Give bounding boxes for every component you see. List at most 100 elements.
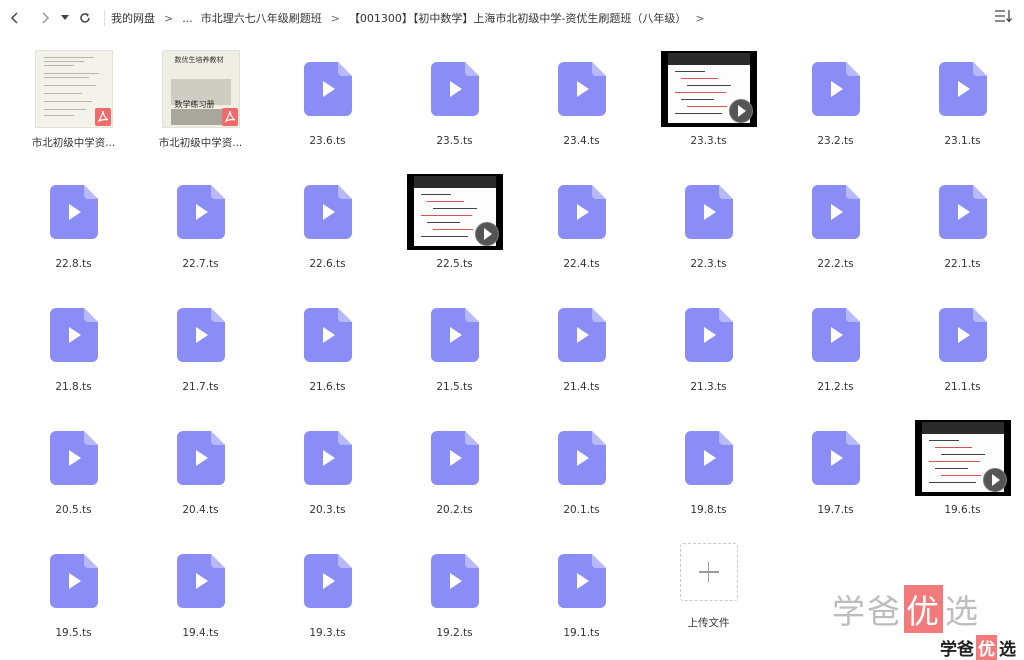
watermark-text: 学爸	[832, 592, 902, 631]
file-item[interactable]: 23.3.ts	[645, 40, 772, 163]
file-item[interactable]: 20.5.ts	[10, 409, 137, 532]
file-thumbnail	[661, 294, 757, 376]
file-item[interactable]: 19.7.ts	[772, 409, 899, 532]
file-thumbnail	[153, 540, 249, 622]
file-item[interactable]: 19.5.ts	[10, 532, 137, 655]
file-item[interactable]: 19.6.ts	[899, 409, 1024, 532]
back-button[interactable]	[4, 7, 26, 29]
breadcrumb-separator: >	[330, 11, 340, 25]
sort-icon	[995, 10, 1012, 23]
file-name: 22.7.ts	[182, 258, 219, 270]
breadcrumb-item-current[interactable]: 【001300】【初中数学】上海市北初级中学-资优生刷题班（八年级）	[349, 10, 686, 26]
video-file-icon	[811, 62, 860, 116]
video-file-icon	[557, 431, 606, 485]
video-file-icon	[811, 308, 860, 362]
file-name: 19.7.ts	[817, 504, 854, 516]
file-item[interactable]: 20.3.ts	[264, 409, 391, 532]
pdf-icon	[221, 108, 238, 126]
file-item[interactable]: 22.8.ts	[10, 163, 137, 286]
file-item[interactable]: 数优生培养教材 数学练习册 市北初级中学资...	[137, 40, 264, 163]
file-name: 19.4.ts	[182, 627, 219, 639]
watermark-highlight: 优	[904, 585, 943, 633]
file-thumbnail	[915, 171, 1011, 253]
file-item[interactable]: 23.1.ts	[899, 40, 1024, 163]
file-item[interactable]: 22.5.ts	[391, 163, 518, 286]
file-item[interactable]: 19.8.ts	[645, 409, 772, 532]
file-item[interactable]: 21.8.ts	[10, 286, 137, 409]
file-thumbnail	[280, 48, 376, 130]
file-item[interactable]: 23.5.ts	[391, 40, 518, 163]
video-file-icon	[430, 431, 479, 485]
file-thumbnail	[534, 540, 630, 622]
file-item[interactable]: 19.2.ts	[391, 532, 518, 655]
video-file-icon	[684, 185, 733, 239]
forward-button[interactable]	[34, 7, 56, 29]
video-file-icon	[303, 185, 352, 239]
file-thumbnail	[26, 294, 122, 376]
file-thumbnail	[280, 171, 376, 253]
file-thumbnail	[788, 294, 884, 376]
file-thumbnail	[788, 417, 884, 499]
video-file-icon	[49, 431, 98, 485]
refresh-button[interactable]	[74, 7, 96, 29]
file-thumbnail	[407, 540, 503, 622]
file-name: 22.4.ts	[563, 258, 600, 270]
plus-icon[interactable]	[679, 543, 738, 601]
file-thumbnail	[407, 294, 503, 376]
file-thumbnail	[534, 48, 630, 130]
file-name: 23.5.ts	[436, 135, 473, 147]
file-thumbnail	[407, 417, 503, 499]
file-thumbnail	[26, 417, 122, 499]
file-item[interactable]: 21.7.ts	[137, 286, 264, 409]
file-item[interactable]: 20.4.ts	[137, 409, 264, 532]
video-file-icon	[557, 308, 606, 362]
file-item[interactable]: 22.6.ts	[264, 163, 391, 286]
file-item[interactable]: 23.4.ts	[518, 40, 645, 163]
video-file-icon	[430, 554, 479, 608]
file-item[interactable]: 21.3.ts	[645, 286, 772, 409]
file-name: 20.3.ts	[309, 504, 346, 516]
file-item[interactable]: 市北初级中学资...	[10, 40, 137, 163]
file-item[interactable]: 19.4.ts	[137, 532, 264, 655]
file-name: 23.2.ts	[817, 135, 854, 147]
file-name: 21.5.ts	[436, 381, 473, 393]
file-item[interactable]: 23.2.ts	[772, 40, 899, 163]
file-item[interactable]: 21.1.ts	[899, 286, 1024, 409]
history-dropdown-button[interactable]	[58, 7, 72, 29]
play-icon	[728, 99, 753, 123]
file-item[interactable]: 22.7.ts	[137, 163, 264, 286]
file-item[interactable]: 21.2.ts	[772, 286, 899, 409]
video-file-icon	[811, 431, 860, 485]
file-item[interactable]: 19.1.ts	[518, 532, 645, 655]
watermark-text: 学爸	[940, 640, 974, 660]
file-item[interactable]: 22.2.ts	[772, 163, 899, 286]
file-thumbnail	[661, 171, 757, 253]
video-file-icon	[557, 62, 606, 116]
sort-button[interactable]	[994, 8, 1014, 28]
file-item[interactable]: 20.1.ts	[518, 409, 645, 532]
watermark-small: 学爸优选	[940, 635, 1016, 660]
breadcrumb-root[interactable]: 我的网盘	[111, 10, 155, 26]
file-item[interactable]: 22.4.ts	[518, 163, 645, 286]
file-item[interactable]: 22.1.ts	[899, 163, 1024, 286]
file-item[interactable]: 22.3.ts	[645, 163, 772, 286]
file-thumbnail	[153, 171, 249, 253]
file-name: 22.8.ts	[55, 258, 92, 270]
file-thumbnail	[153, 294, 249, 376]
toolbar: 我的网盘 > ... 市北理六七八年级刷题班 > 【001300】【初中数学】上…	[0, 0, 1024, 36]
file-item[interactable]: 21.5.ts	[391, 286, 518, 409]
file-item[interactable]: 19.3.ts	[264, 532, 391, 655]
file-item[interactable]: 23.6.ts	[264, 40, 391, 163]
file-item[interactable]: 21.4.ts	[518, 286, 645, 409]
breadcrumb-ellipsis[interactable]: ...	[182, 12, 193, 25]
video-file-icon	[938, 308, 987, 362]
upload-file-item[interactable]: 上传文件	[645, 532, 772, 655]
breadcrumb-item[interactable]: 市北理六七八年级刷题班	[201, 10, 322, 26]
file-item[interactable]: 20.2.ts	[391, 409, 518, 532]
video-file-icon	[49, 185, 98, 239]
video-file-icon	[303, 62, 352, 116]
file-thumbnail: 数优生培养教材 数学练习册	[153, 48, 249, 130]
file-item[interactable]: 21.6.ts	[264, 286, 391, 409]
video-file-icon	[938, 185, 987, 239]
file-thumbnail	[534, 294, 630, 376]
